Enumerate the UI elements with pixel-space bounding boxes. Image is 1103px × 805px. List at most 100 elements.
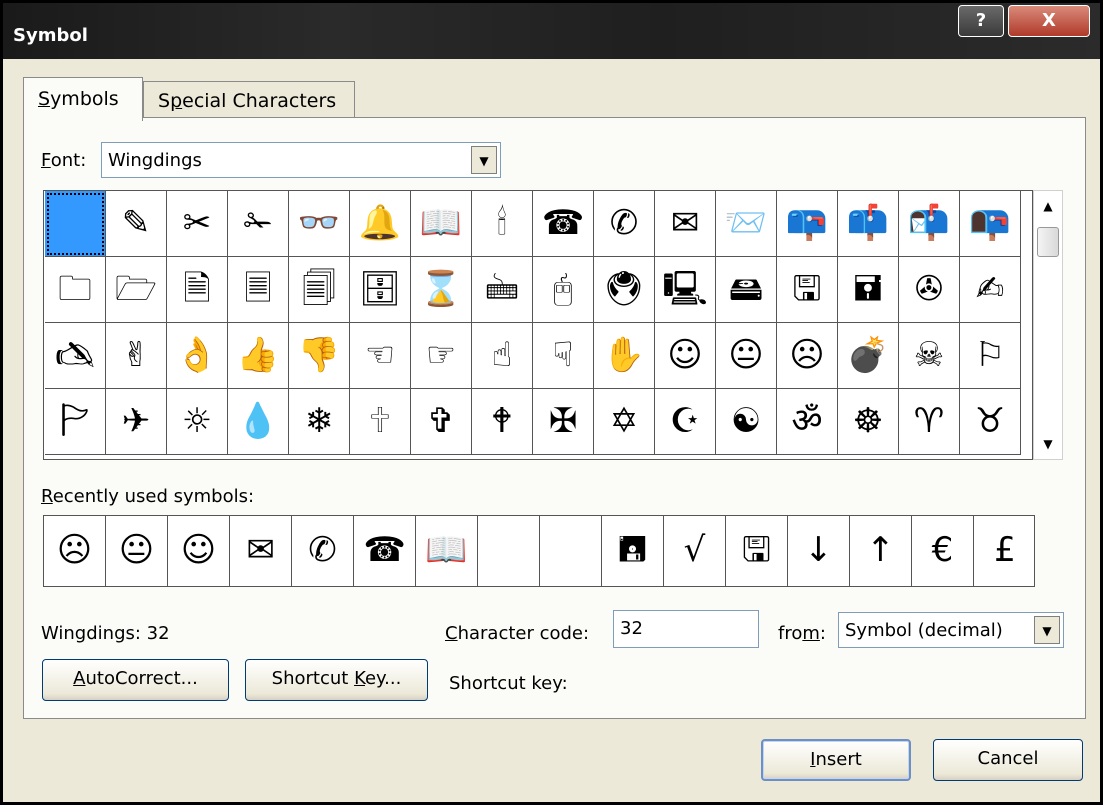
recent-symbol-cell[interactable]: ☎ [354, 516, 416, 586]
symbol-cell[interactable]: ✠ [533, 389, 594, 455]
help-button[interactable]: ? [958, 5, 1004, 37]
from-select[interactable]: Symbol (decimal) ▼ [838, 612, 1064, 648]
recent-symbol-cell[interactable] [478, 516, 540, 586]
recent-symbol-cell[interactable]: ✆ [292, 516, 354, 586]
symbol-cell[interactable]: ☹ [777, 323, 838, 389]
symbol-cell[interactable]: 🖴 [716, 257, 777, 323]
symbol-cell[interactable]: ☪ [655, 389, 716, 455]
close-button[interactable]: X [1008, 5, 1090, 37]
recent-symbol-cell[interactable] [540, 516, 602, 586]
symbol-cell[interactable]: ☠ [899, 323, 960, 389]
symbol-cell[interactable]: ✎ [106, 191, 167, 257]
recent-symbol-cell[interactable]: £ [974, 516, 1036, 586]
font-select[interactable]: Wingdings ▼ [101, 142, 501, 178]
symbol-cell[interactable]: 📨 [716, 191, 777, 257]
scroll-down-icon[interactable]: ▼ [1034, 429, 1062, 459]
symbol-cell[interactable]: ☼ [167, 389, 228, 455]
symbol-cell[interactable]: 👓 [289, 191, 350, 257]
tab-special-characters[interactable]: Special Characters [143, 81, 355, 119]
title-bar[interactable]: Symbol ? X [3, 3, 1100, 59]
chevron-down-icon[interactable]: ▼ [1034, 616, 1060, 644]
symbol-cell[interactable]: ☯ [716, 389, 777, 455]
symbol-cell[interactable]: 🗎 [167, 257, 228, 323]
symbol-cell[interactable]: 🗐 [289, 257, 350, 323]
symbol-cell[interactable]: ✇ [899, 257, 960, 323]
symbol-cell[interactable]: ☺ [655, 323, 716, 389]
symbol-cell[interactable]: 📬 [899, 191, 960, 257]
symbol-cell[interactable]: 🖰 [533, 257, 594, 323]
symbol-cell[interactable]: 🖬 [838, 257, 899, 323]
symbol-cell[interactable]: ☟ [533, 323, 594, 389]
symbol-cell[interactable]: 😐 [716, 323, 777, 389]
recent-symbol-cell[interactable]: ☹ [44, 516, 106, 586]
symbol-cell[interactable]: 🗏 [228, 257, 289, 323]
chevron-down-icon[interactable]: ▼ [471, 146, 497, 174]
symbol-cell[interactable]: 💣 [838, 323, 899, 389]
symbol-cell[interactable]: 🖲 [594, 257, 655, 323]
cancel-button[interactable]: Cancel [933, 739, 1083, 781]
symbol-cell[interactable]: ✌ [106, 323, 167, 389]
scroll-thumb[interactable] [1037, 227, 1059, 257]
symbol-cell[interactable]: 📖 [411, 191, 472, 257]
symbol-cell[interactable]: ♉ [960, 389, 1021, 455]
recent-symbol-cell[interactable]: 😐 [106, 516, 168, 586]
symbol-cell[interactable]: 🕈 [472, 389, 533, 455]
symbol-cell[interactable]: 👎 [289, 323, 350, 389]
symbol-grid-row: 🏱 ✈ ☼ 💧 ❄ 🕆 ✞ 🕈 ✠ ✡ ☪ ☯ ॐ ☸ ♈ ♉ [44, 389, 1034, 455]
symbol-cell[interactable]: 📫 [838, 191, 899, 257]
recent-symbol-cell[interactable]: ☺ [168, 516, 230, 586]
symbol-grid-scrollbar[interactable]: ▲ ▼ [1033, 190, 1063, 460]
symbol-cell[interactable]: 🖮 [472, 257, 533, 323]
symbol-cell[interactable]: 🏱 [45, 389, 106, 455]
symbol-cell[interactable]: 🗀 [45, 257, 106, 323]
symbol-cell[interactable]: ☞ [411, 323, 472, 389]
shortcut-key-button[interactable]: Shortcut Key... [245, 659, 428, 701]
symbol-cell[interactable]: 💧 [228, 389, 289, 455]
symbol-cell[interactable]: ✈ [106, 389, 167, 455]
symbol-cell[interactable]: ⌛ [411, 257, 472, 323]
symbol-cell[interactable]: ✉ [655, 191, 716, 257]
recent-symbol-cell[interactable]: € [912, 516, 974, 586]
recent-symbol-cell[interactable]: ↓ [788, 516, 850, 586]
symbol-cell[interactable]: 🖳 [655, 257, 716, 323]
symbol-cell[interactable]: 🕆 [350, 389, 411, 455]
symbol-cell[interactable]: ✞ [411, 389, 472, 455]
symbol-cell[interactable]: 👍 [228, 323, 289, 389]
symbol-cell[interactable]: 🕯 [472, 191, 533, 257]
symbol-cell[interactable]: 📪 [777, 191, 838, 257]
symbol-cell[interactable]: ⚐ [960, 323, 1021, 389]
symbol-cell[interactable]: ✆ [594, 191, 655, 257]
recent-symbol-cell[interactable]: ↑ [850, 516, 912, 586]
autocorrect-button[interactable]: AutoCorrect... [42, 659, 229, 701]
symbol-cell[interactable]: 🖎 [45, 323, 106, 389]
symbol-cell[interactable]: 👌 [167, 323, 228, 389]
symbol-cell[interactable]: ॐ [777, 389, 838, 455]
symbol-cell[interactable]: 🗁 [106, 257, 167, 323]
scroll-up-icon[interactable]: ▲ [1034, 191, 1062, 221]
symbol-cell[interactable]: ✡ [594, 389, 655, 455]
symbol-cell[interactable]: ♈ [899, 389, 960, 455]
recent-symbol-cell[interactable]: 📖 [416, 516, 478, 586]
symbol-cell[interactable]: 🔔 [350, 191, 411, 257]
symbol-cell[interactable]: ✁ [228, 191, 289, 257]
character-name: Wingdings: 32 [41, 623, 170, 644]
recent-symbol-cell[interactable]: ✉ [230, 516, 292, 586]
insert-button[interactable]: Insert [761, 739, 911, 781]
symbol-cell[interactable]: ☜ [350, 323, 411, 389]
tab-symbols[interactable]: Symbols [23, 77, 143, 121]
recent-symbol-cell[interactable]: 🖪 [602, 516, 664, 586]
symbol-cell[interactable]: ✂ [167, 191, 228, 257]
symbol-cell[interactable]: ☎ [533, 191, 594, 257]
character-code-input[interactable]: 32 [613, 610, 759, 648]
symbol-cell[interactable]: ✍ [960, 257, 1021, 323]
symbol-cell[interactable]: ✋ [594, 323, 655, 389]
symbol-cell[interactable]: 🗄 [350, 257, 411, 323]
recent-symbol-cell[interactable]: √ [664, 516, 726, 586]
symbol-cell[interactable] [45, 191, 106, 257]
recent-symbol-cell[interactable]: 🖫 [726, 516, 788, 586]
symbol-cell[interactable]: ☝ [472, 323, 533, 389]
symbol-cell[interactable]: 🖫 [777, 257, 838, 323]
symbol-cell[interactable]: ☸ [838, 389, 899, 455]
symbol-cell[interactable]: ❄ [289, 389, 350, 455]
symbol-cell[interactable]: 📭 [960, 191, 1021, 257]
